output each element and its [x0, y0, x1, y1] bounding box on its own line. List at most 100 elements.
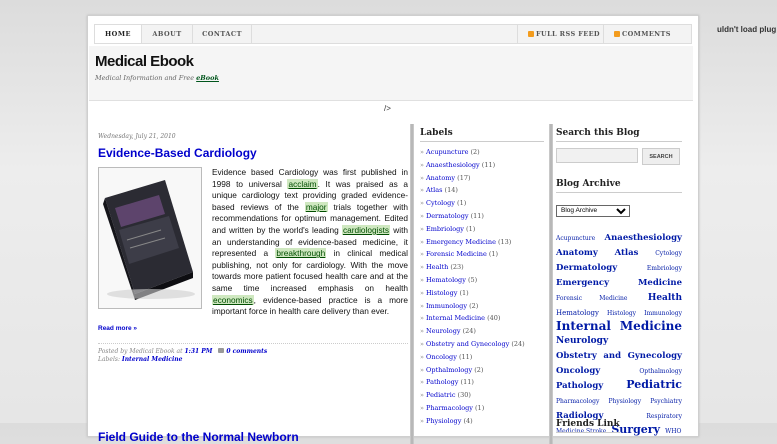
label-count: (1)	[486, 250, 499, 259]
cloud-label-link[interactable]: Internal Medicine	[556, 319, 682, 333]
label-link[interactable]: Pharmacology	[426, 404, 473, 412]
cloud-label-link[interactable]: Immunology	[644, 310, 682, 317]
cloud-label-link[interactable]: Obstetry and Gynecology	[556, 351, 682, 361]
post-time-link[interactable]: 1:31 PM	[184, 348, 212, 355]
cloud-label-link[interactable]: Cytology	[655, 250, 682, 257]
label-link[interactable]: Pathology	[426, 378, 459, 386]
label-count: (30)	[455, 391, 471, 400]
cloud-label-link[interactable]: Hematology	[556, 309, 599, 317]
label-item: » Neurology (24)	[420, 325, 544, 338]
nav-tab-contact[interactable]: CONTACT	[193, 25, 252, 43]
label-count: (1)	[457, 288, 469, 297]
label-link[interactable]: Neurology	[426, 327, 461, 335]
label-item: » Obstetry and Gynecology (24)	[420, 338, 544, 351]
search-input[interactable]	[556, 148, 638, 163]
next-post-title[interactable]: Field Guide to the Normal Newborn	[98, 430, 299, 444]
label-link[interactable]: Opthalmology	[426, 366, 472, 374]
label-link[interactable]: Forensic Medicine	[426, 250, 487, 258]
comments-feed-link[interactable]: COMMENTS FEED	[603, 25, 692, 56]
archive-select[interactable]: Blog Archive	[556, 204, 630, 217]
bullet-icon: »	[420, 352, 424, 361]
post-label-link[interactable]: Internal Medicine	[122, 356, 183, 363]
label-link[interactable]: Anaesthesiology	[426, 161, 480, 169]
label-link[interactable]: Anatomy	[426, 174, 455, 182]
label-link[interactable]: Obstetry and Gynecology	[426, 340, 509, 348]
label-link[interactable]: Oncology	[426, 353, 457, 361]
label-link[interactable]: Emergency Medicine	[426, 238, 496, 246]
cloud-label-link[interactable]: WHO	[665, 428, 681, 435]
label-count: (2)	[472, 365, 484, 374]
label-link[interactable]: Histology	[426, 289, 457, 297]
cloud-label-link[interactable]: Acupuncture	[556, 235, 595, 242]
column-divider	[410, 124, 414, 444]
label-item: » Health (23)	[420, 261, 544, 274]
labels-list: » Acupuncture (2)» Anaesthesiology (11)» An…	[420, 146, 544, 428]
bullet-icon: »	[420, 416, 424, 425]
cloud-label-link[interactable]: Forensic Medicine	[556, 295, 627, 302]
cloud-label-link[interactable]: Embriology	[647, 265, 682, 272]
rss-icon	[528, 31, 534, 37]
label-link[interactable]: Pediatric	[426, 391, 455, 399]
site-description: Medical Information and Free eBook	[95, 74, 219, 82]
keyword-link[interactable]: acclaim	[287, 178, 318, 189]
post-title[interactable]: Evidence-Based Cardiology	[98, 146, 408, 160]
cloud-label-link[interactable]: Dermatology	[556, 263, 617, 273]
cloud-label-link[interactable]: Respiratory	[646, 413, 682, 420]
cloud-label-link[interactable]: Neurology	[556, 336, 608, 346]
label-item: » Atlas (14)	[420, 184, 544, 197]
cloud-label-link[interactable]: Health	[648, 293, 682, 303]
cloud-label-link[interactable]: Pediatric	[626, 378, 682, 391]
ebook-link[interactable]: eBook	[196, 74, 219, 82]
keyword-link[interactable]: cardiologists	[341, 224, 391, 235]
bullet-icon: »	[420, 288, 424, 297]
cloud-label-link[interactable]: Oncology	[556, 366, 600, 376]
read-more-link[interactable]: Read more »	[98, 323, 408, 335]
cloud-label-link[interactable]: Physiology	[608, 398, 641, 405]
label-link[interactable]: Internal Medicine	[426, 314, 485, 322]
label-count: (4)	[461, 416, 473, 425]
search-button[interactable]: SEARCH	[642, 148, 680, 165]
bullet-icon: »	[420, 211, 424, 220]
bullet-icon: »	[420, 148, 424, 156]
label-link[interactable]: Health	[426, 263, 448, 271]
keyword-link[interactable]: breakthrough	[275, 248, 327, 259]
nav-tab-home[interactable]: HOME	[95, 25, 142, 43]
keyword-link[interactable]: economics	[212, 294, 254, 305]
label-link[interactable]: Hematology	[426, 276, 466, 284]
comments-link[interactable]: 0 comments	[226, 348, 267, 355]
labels-prefix: Labels:	[98, 356, 122, 364]
cloud-label-link[interactable]: Emergency Medicine	[556, 278, 682, 288]
label-link[interactable]: Acupuncture	[426, 148, 468, 156]
label-item: » Acupuncture (2)	[420, 146, 544, 159]
rss-feed-link[interactable]: FULL RSS FEED	[517, 25, 602, 43]
post-body: Evidence based Cardiology was first publ…	[98, 167, 408, 334]
site-title[interactable]: Medical Ebook	[95, 53, 194, 70]
label-link[interactable]: Embriology	[426, 225, 464, 233]
cloud-label-link[interactable]: Pathology	[556, 381, 603, 391]
label-link[interactable]: Atlas	[426, 186, 442, 194]
cloud-label-link[interactable]: Pharmacology	[556, 398, 599, 405]
bullet-icon: »	[420, 224, 424, 233]
blog-header: Medical Ebook Medical Information and Fr…	[89, 46, 693, 101]
cloud-label-link[interactable]: Anatomy	[556, 248, 598, 258]
cloud-label-link[interactable]: Atlas	[615, 248, 639, 258]
keyword-link[interactable]: major	[304, 201, 328, 212]
label-count: (13)	[495, 237, 512, 246]
bullet-icon: »	[420, 327, 424, 336]
nav-tab-about[interactable]: ABOUT	[142, 25, 193, 43]
bullet-icon: »	[420, 391, 424, 400]
post-footer: Posted by Medical Ebook at 1:31 PM 0 com…	[98, 343, 408, 364]
bullet-icon: »	[420, 301, 424, 310]
label-link[interactable]: Dermatology	[426, 212, 469, 220]
label-link[interactable]: Immunology	[426, 302, 467, 310]
label-link[interactable]: Physiology	[426, 417, 461, 425]
label-link[interactable]: Cytology	[426, 199, 455, 207]
cloud-label-link[interactable]: Psychiatry	[650, 398, 682, 405]
label-item: » Opthalmology (2)	[420, 364, 544, 377]
cloud-label-link[interactable]: Anaesthesiology	[605, 233, 682, 243]
bullet-icon: »	[420, 314, 424, 323]
cloud-label-link[interactable]: Opthalmology	[639, 368, 682, 375]
stray-markup-text: />	[384, 104, 391, 113]
label-cloud: Acupuncture Anaesthesiology Anatomy Atla…	[556, 229, 682, 437]
cloud-label-link[interactable]: Histology	[607, 310, 636, 317]
